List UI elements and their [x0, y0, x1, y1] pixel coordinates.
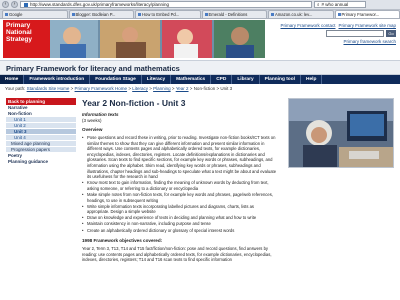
browser-search-text: # who annual: [321, 1, 349, 7]
site-header: Primary National Strategy Primary Framew…: [0, 19, 400, 60]
nav-item-help[interactable]: Help: [301, 75, 323, 84]
page-title: Year 2 Non-fiction - Unit 3: [82, 98, 186, 108]
overview-item: Write simple information texts incorpora…: [82, 204, 277, 215]
nav-item-library[interactable]: Library: [232, 75, 260, 84]
breadcrumb-current: Non-fiction > Unit 3: [193, 86, 233, 91]
framework-search-link[interactable]: Primary framework search: [343, 39, 396, 44]
overview-heading: Overview: [82, 127, 103, 132]
tab-favicon-icon: [5, 13, 8, 16]
nav-item-foundation-stage[interactable]: Foundation Stage: [90, 75, 142, 84]
browser-tab[interactable]: Emerald - Definitions: [201, 10, 267, 18]
nav-item-home[interactable]: Home: [0, 75, 25, 84]
main-content: Year 2 Non-fiction - Unit 3 Information …: [82, 98, 277, 263]
header-photo-banner: [50, 20, 265, 58]
tab-label: Amazon.co.uk: lev...: [275, 12, 313, 17]
classroom-photo: [288, 98, 394, 168]
logo-line-2: National: [6, 29, 32, 36]
sidebar-item-planning-guidance[interactable]: Planning guidance: [6, 159, 76, 165]
breadcrumb-prefix: Your path:: [5, 86, 26, 91]
tab-favicon-icon: [204, 13, 208, 16]
logo-line-3: Strategy: [6, 36, 33, 43]
nav-item-literacy[interactable]: Literacy: [142, 75, 172, 84]
browser-tab[interactable]: Amazon.co.uk: lev...: [268, 10, 334, 18]
site-search-input[interactable]: [326, 30, 384, 37]
nav-item-planning-tool[interactable]: Planning tool: [260, 75, 302, 84]
browser-tab[interactable]: Blogger: Bodleian P...: [68, 10, 134, 18]
site-title-band: Primary Framework for literacy and mathe…: [0, 60, 400, 75]
tab-favicon-icon: [337, 13, 341, 16]
objectives-covered-heading: 1998 Framework objectives covered:: [82, 238, 163, 244]
primary-national-strategy-logo[interactable]: Primary National Strategy: [3, 20, 50, 58]
browser-tab-bar: Google Blogger: Bodleian P... How to Emb…: [0, 10, 400, 19]
tab-favicon-icon: [71, 13, 75, 16]
address-bar[interactable]: http://www.standards.dfes.gov.uk/primary…: [20, 1, 312, 8]
logo-line-1: Primary: [6, 22, 31, 29]
breadcrumb-link[interactable]: Standards Site Home: [27, 86, 70, 91]
search-go-button[interactable]: Go: [386, 30, 396, 37]
tab-label: Emerald - Definitions: [208, 12, 248, 17]
back-to-planning-link[interactable]: Back to planning: [6, 98, 76, 105]
site-title: Primary Framework for literacy and mathe…: [6, 64, 180, 73]
contact-link[interactable]: Primary Framework contact: [280, 23, 335, 28]
main-nav: Home Framework introduction Foundation S…: [0, 75, 400, 84]
overview-item: Create an alphabetically ordered diction…: [82, 228, 277, 234]
browser-toolbar: ‹ › http://www.standards.dfes.gov.uk/pri…: [0, 0, 400, 10]
nav-item-cpd[interactable]: CPD: [211, 75, 233, 84]
back-icon[interactable]: ‹: [2, 1, 9, 8]
unit-duration: (3 weeks): [82, 118, 102, 123]
browser-tab[interactable]: How to Embed Pd...: [135, 10, 201, 18]
tab-favicon-icon: [138, 13, 141, 16]
tab-label: Primary Framewor...: [341, 12, 380, 17]
sidebar: Back to planning Narrative Non-fiction U…: [6, 98, 76, 165]
browser-tab-active[interactable]: Primary Framewor...: [334, 10, 400, 18]
breadcrumb-link[interactable]: Planning: [153, 86, 171, 91]
breadcrumb: Your path: Standards Site Home > Primary…: [5, 86, 233, 91]
tab-label: Google: [9, 12, 23, 17]
site-favicon-icon: [24, 2, 28, 7]
forward-icon[interactable]: ›: [11, 1, 18, 8]
tab-label: How to Embed Pd...: [142, 12, 180, 17]
breadcrumb-link[interactable]: Primary Framework Home: [75, 86, 128, 91]
overview-list: Pose questions and record these in writi…: [82, 135, 277, 233]
breadcrumb-link[interactable]: Literacy: [132, 86, 148, 91]
browser-search-input[interactable]: ⌕ # who annual: [314, 1, 366, 8]
site-search-row: Go: [326, 30, 396, 37]
browser-tab[interactable]: Google: [2, 10, 68, 18]
tab-label: Blogger: Bodleian P...: [75, 12, 116, 17]
search-icon: ⌕: [317, 1, 320, 7]
overview-item: Know most text to gain information, find…: [82, 180, 277, 191]
nav-item-mathematics[interactable]: Mathematics: [171, 75, 212, 84]
overview-item: Draw on knowledge and experience of text…: [82, 215, 277, 221]
objectives-covered-text: Year 2, Term 3, T13, T14 and T15 fact/fi…: [82, 246, 272, 263]
header-top-links: Primary Framework contact Primary Framew…: [280, 23, 396, 28]
sitemap-link[interactable]: Primary Framework site map: [338, 23, 396, 28]
overview-item: Pose questions and record these in writi…: [82, 135, 277, 180]
breadcrumb-link[interactable]: Year 2: [176, 86, 189, 91]
nav-item-framework-introduction[interactable]: Framework introduction: [24, 75, 91, 84]
overview-item: Maintain consistency in non-narrative, i…: [82, 221, 277, 227]
overview-item: Make simple notes from non-fiction texts…: [82, 192, 277, 203]
url-text: http://www.standards.dfes.gov.uk/primary…: [30, 1, 169, 7]
tab-favicon-icon: [271, 13, 274, 16]
